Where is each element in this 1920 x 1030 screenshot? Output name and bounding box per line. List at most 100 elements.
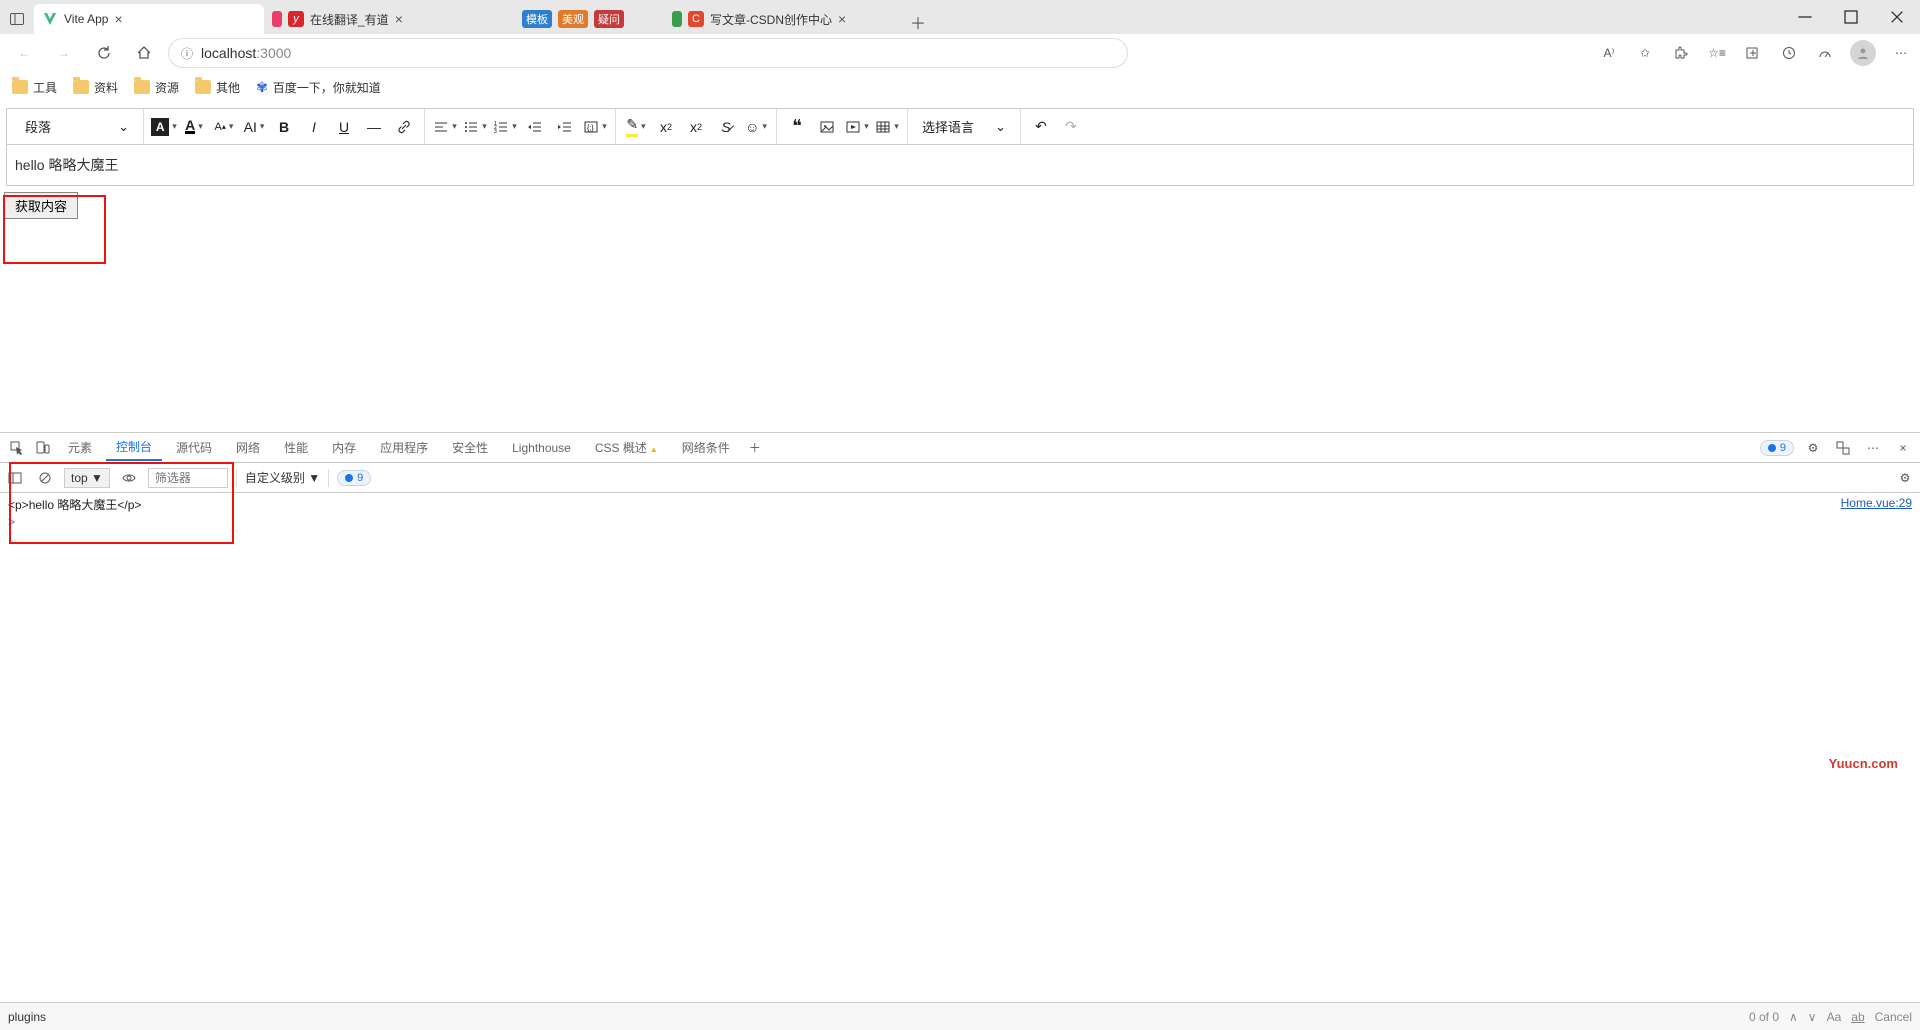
close-window-icon[interactable]	[1874, 1, 1920, 33]
close-icon[interactable]: ×	[1892, 437, 1914, 459]
home-icon[interactable]	[128, 37, 160, 69]
tab-actions-icon[interactable]	[0, 4, 34, 34]
strikethrough-button[interactable]: —	[360, 113, 388, 141]
back-icon[interactable]: ←	[8, 37, 40, 69]
table-button[interactable]	[873, 113, 901, 141]
devtools-tab-elements[interactable]: 元素	[58, 435, 102, 460]
font-color-button[interactable]: A	[180, 113, 208, 141]
link-button[interactable]	[390, 113, 418, 141]
dock-icon[interactable]	[1832, 437, 1854, 459]
redo-button[interactable]: ↷	[1057, 113, 1085, 141]
devtools-tab-lighthouse[interactable]: Lighthouse	[502, 437, 581, 459]
find-input[interactable]: plugins	[8, 1010, 46, 1024]
code-sample-button[interactable]: {;}	[581, 113, 609, 141]
font-size-button[interactable]: A▴	[210, 113, 238, 141]
log-source-link[interactable]: Home.vue:29	[1841, 496, 1912, 513]
align-button[interactable]	[431, 113, 459, 141]
emoji-button[interactable]: ☺	[742, 113, 770, 141]
clear-format-button[interactable]: S̷	[712, 113, 740, 141]
tab-badges[interactable]: 模板 美观 疑问	[514, 4, 664, 34]
undo-button[interactable]: ↶	[1027, 113, 1055, 141]
italic-button[interactable]: I	[300, 113, 328, 141]
background-color-button[interactable]: A	[150, 113, 178, 141]
letter-spacing-button[interactable]: AI	[240, 113, 268, 141]
number-list-button[interactable]: 123	[491, 113, 519, 141]
devtools-tab-performance[interactable]: 性能	[274, 435, 318, 460]
bookmark-other[interactable]: 其他	[195, 79, 240, 96]
console-log-area[interactable]: <p>hello 略略大魔王</p> Home.vue:29 >	[0, 493, 1920, 532]
clear-console-icon[interactable]	[34, 467, 56, 489]
language-select[interactable]: 选择语言⌄	[914, 113, 1014, 141]
favorite-icon[interactable]: ✩	[1634, 42, 1656, 64]
bookmark-tools[interactable]: 工具	[12, 79, 57, 96]
devtools-tab-css-overview[interactable]: CSS 概述	[585, 435, 668, 460]
indent-button[interactable]	[551, 113, 579, 141]
devtools-tab-memory[interactable]: 内存	[322, 435, 366, 460]
devtools-tab-application[interactable]: 应用程序	[370, 435, 438, 460]
device-toggle-icon[interactable]	[32, 437, 54, 459]
match-case-toggle[interactable]: Aa	[1827, 1010, 1842, 1024]
image-button[interactable]	[813, 113, 841, 141]
close-icon[interactable]: ×	[114, 11, 122, 27]
bookmark-baidu[interactable]: ✾百度一下，你就知道	[256, 79, 381, 96]
bookmark-resources[interactable]: 资源	[134, 79, 179, 96]
profile-avatar-icon[interactable]	[1850, 40, 1876, 66]
extensions-icon[interactable]	[1670, 42, 1692, 64]
favorites-bar-icon[interactable]: ☆≡	[1706, 42, 1728, 64]
url-box[interactable]: ⓘ localhost:3000	[168, 38, 1128, 68]
bullet-list-button[interactable]	[461, 113, 489, 141]
collections-icon[interactable]	[1742, 42, 1764, 64]
site-info-icon[interactable]: ⓘ	[181, 45, 193, 62]
paragraph-select[interactable]: 段落⌄	[17, 113, 137, 141]
tab-vite-app[interactable]: Vite App ×	[34, 4, 264, 34]
bold-button[interactable]: B	[270, 113, 298, 141]
more-tabs-icon[interactable]: ＋	[744, 437, 766, 459]
underline-button[interactable]: U	[330, 113, 358, 141]
console-settings-icon[interactable]: ⚙	[1894, 467, 1916, 489]
bookmark-docs[interactable]: 资料	[73, 79, 118, 96]
more-icon[interactable]: ⋯	[1862, 437, 1884, 459]
message-count-badge[interactable]: 9	[337, 470, 371, 486]
forward-icon[interactable]: →	[48, 37, 80, 69]
sidebar-toggle-icon[interactable]	[4, 467, 26, 489]
highlight-button[interactable]: ✎	[622, 113, 650, 141]
devtools-tab-network-conditions[interactable]: 网络条件	[672, 435, 740, 460]
find-prev-icon[interactable]: ∧	[1789, 1010, 1798, 1024]
devtools-tab-console[interactable]: 控制台	[106, 434, 162, 461]
more-icon[interactable]: ⋯	[1890, 42, 1912, 64]
context-select[interactable]: top ▼	[64, 468, 110, 488]
outdent-button[interactable]	[521, 113, 549, 141]
tab-csdn[interactable]: C 写文章-CSDN创作中心 ×	[664, 4, 904, 34]
blockquote-button[interactable]: ❝	[783, 113, 811, 141]
maximize-icon[interactable]	[1828, 1, 1874, 33]
inspect-icon[interactable]	[6, 437, 28, 459]
whole-word-toggle[interactable]: ab	[1851, 1010, 1864, 1024]
close-icon[interactable]: ×	[838, 11, 846, 27]
refresh-icon[interactable]	[88, 37, 120, 69]
superscript-button[interactable]: x2	[682, 113, 710, 141]
performance-icon[interactable]	[1814, 42, 1836, 64]
new-tab-button[interactable]: ＋	[904, 10, 932, 34]
get-content-button[interactable]: 获取内容	[4, 192, 78, 219]
find-next-icon[interactable]: ∨	[1808, 1010, 1817, 1024]
live-expression-icon[interactable]	[118, 467, 140, 489]
devtools-tab-sources[interactable]: 源代码	[166, 435, 222, 460]
minimize-icon[interactable]	[1782, 1, 1828, 33]
devtools-tab-network[interactable]: 网络	[226, 435, 270, 460]
settings-icon[interactable]: ⚙	[1802, 437, 1824, 459]
find-cancel-button[interactable]: Cancel	[1875, 1010, 1912, 1024]
media-button[interactable]	[843, 113, 871, 141]
editor-content[interactable]: hello 略略大魔王	[7, 145, 1913, 185]
issues-badge[interactable]: 9	[1760, 440, 1794, 456]
close-icon[interactable]: ×	[395, 11, 403, 27]
devtools-tab-security[interactable]: 安全性	[442, 435, 498, 460]
folder-icon	[134, 80, 150, 94]
read-aloud-icon[interactable]: A⁾	[1598, 42, 1620, 64]
tab-youdao[interactable]: y 在线翻译_有道 ×	[264, 4, 514, 34]
filter-input[interactable]	[148, 468, 228, 488]
history-icon[interactable]	[1778, 42, 1800, 64]
console-prompt[interactable]: >	[8, 514, 1912, 530]
subscript-button[interactable]: x2	[652, 113, 680, 141]
log-level-select[interactable]: 自定义级别 ▼	[245, 469, 320, 486]
tab-shelf: Vite App × y 在线翻译_有道 × 模板 美观 疑问 C 写文章-CS…	[0, 0, 932, 34]
